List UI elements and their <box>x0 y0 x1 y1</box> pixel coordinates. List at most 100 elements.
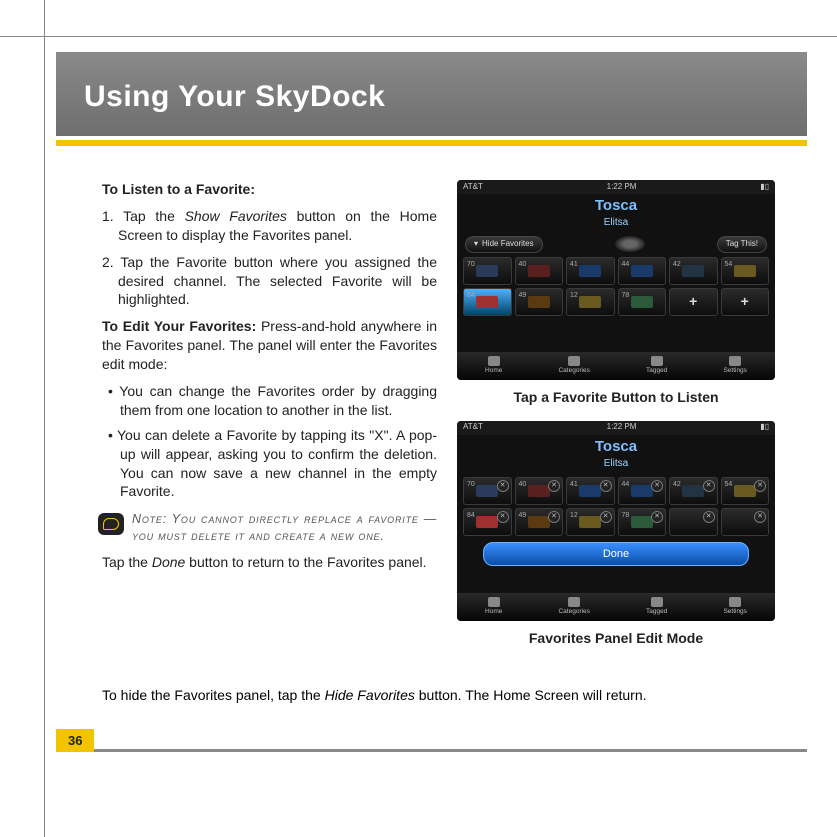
done-button[interactable]: Done <box>483 542 749 567</box>
carrier-label: AT&T <box>463 182 483 193</box>
delete-x-icon[interactable]: ✕ <box>600 480 612 492</box>
favorite-cell[interactable]: 12 ✕ <box>566 508 615 536</box>
done-row: Done <box>457 536 775 573</box>
delete-x-icon[interactable]: ✕ <box>548 480 560 492</box>
hide-pre: To hide the Favorites panel, tap the <box>102 687 325 703</box>
tab-tagged[interactable]: Tagged <box>646 597 667 617</box>
page-footer: 36 <box>56 719 807 752</box>
clock-label: 1:22 PM <box>607 422 637 433</box>
tab-settings[interactable]: Settings <box>723 356 747 376</box>
delete-x-icon[interactable]: ✕ <box>651 511 663 523</box>
tab-label: Categories <box>558 608 589 617</box>
favorite-cell-selected[interactable]: 84 <box>463 288 512 316</box>
favorite-cell[interactable]: 54 <box>721 257 770 285</box>
station-logo <box>579 265 601 277</box>
delete-x-icon[interactable]: ✕ <box>703 511 715 523</box>
favorite-cell[interactable]: 41 <box>566 257 615 285</box>
categories-icon <box>568 597 580 607</box>
tag-this-button[interactable]: Tag This! <box>717 236 767 253</box>
channel-number: 12 <box>570 511 578 520</box>
footer-rule <box>56 749 807 752</box>
channel-number: 41 <box>570 260 578 269</box>
station-logo <box>528 485 550 497</box>
favorite-cell-empty[interactable]: ✕ <box>721 508 770 536</box>
favorite-cell-empty[interactable]: + <box>721 288 770 316</box>
tab-settings[interactable]: Settings <box>723 597 747 617</box>
screenshot-column: AT&T 1:22 PM ▮▯ Tosca Elitsa ▾ Hide Favo… <box>457 180 775 662</box>
status-bar: AT&T 1:22 PM ▮▯ <box>457 421 775 435</box>
favorite-cell[interactable]: 12 <box>566 288 615 316</box>
tab-categories[interactable]: Categories <box>558 356 589 376</box>
favorite-cell-empty[interactable]: ✕ <box>669 508 718 536</box>
note-text: Note: You cannot directly replace a favo… <box>132 511 437 545</box>
delete-x-icon[interactable]: ✕ <box>703 480 715 492</box>
favorite-cell[interactable]: 70 <box>463 257 512 285</box>
favorite-cell[interactable]: 44✕ <box>618 477 667 505</box>
delete-x-icon[interactable]: ✕ <box>600 511 612 523</box>
step1-em: Show Favorites <box>185 208 287 224</box>
categories-icon <box>568 356 580 366</box>
now-playing-title: Tosca <box>457 437 775 457</box>
hide-post: button. The Home Screen will return. <box>415 687 647 703</box>
caption-listen: Tap a Favorite Button to Listen <box>457 388 775 407</box>
favorite-cell-empty[interactable]: + <box>669 288 718 316</box>
manual-page: Using Your SkyDock To Listen to a Favori… <box>56 52 807 837</box>
done-em: Done <box>152 554 185 570</box>
channel-number: 40 <box>519 260 527 269</box>
favorite-cell[interactable]: 70✕ <box>463 477 512 505</box>
now-playing-subtitle: Elitsa <box>457 216 775 230</box>
favorite-cell[interactable]: 49 <box>515 288 564 316</box>
gear-icon <box>729 597 741 607</box>
favorite-cell[interactable]: 84✕ <box>463 508 512 536</box>
step1-pre: 1. Tap the <box>102 208 185 224</box>
now-playing-subtitle: Elitsa <box>457 457 775 471</box>
tagged-icon <box>651 597 663 607</box>
bullet-delete: • You can delete a Favorite by tapping i… <box>120 426 437 502</box>
station-logo <box>476 265 498 277</box>
delete-x-icon[interactable]: ✕ <box>754 511 766 523</box>
station-logo <box>734 485 756 497</box>
favorites-grid: 70 40 41 44 42 54 84 49 12 78 + + <box>457 257 775 316</box>
favorite-cell[interactable]: 44 <box>618 257 667 285</box>
channel-number: 42 <box>673 260 681 269</box>
delete-x-icon[interactable]: ✕ <box>497 480 509 492</box>
favorite-cell[interactable]: 40 <box>515 257 564 285</box>
page-number: 36 <box>56 729 94 752</box>
channel-number: 70 <box>467 260 475 269</box>
tab-label: Tagged <box>646 608 667 617</box>
control-row: ▾ Hide Favorites Tag This! <box>457 236 775 253</box>
favorite-cell[interactable]: 54✕ <box>721 477 770 505</box>
station-logo <box>528 265 550 277</box>
tab-categories[interactable]: Categories <box>558 597 589 617</box>
channel-number: 41 <box>570 480 578 489</box>
tab-home[interactable]: Home <box>485 597 502 617</box>
delete-x-icon[interactable]: ✕ <box>754 480 766 492</box>
favorite-cell[interactable]: 78 <box>618 288 667 316</box>
channel-number: 49 <box>519 291 527 300</box>
hide-paragraph: To hide the Favorites panel, tap the Hid… <box>56 686 807 705</box>
home-icon <box>488 597 500 607</box>
note-icon <box>98 513 124 535</box>
now-playing-title: Tosca <box>457 196 775 216</box>
carrier-label: AT&T <box>463 422 483 433</box>
favorite-cell[interactable]: 40✕ <box>515 477 564 505</box>
favorite-cell[interactable]: 41 ✕ <box>566 477 615 505</box>
hide-favorites-button[interactable]: ▾ Hide Favorites <box>465 236 543 253</box>
content-columns: To Listen to a Favorite: 1. Tap the Show… <box>56 146 807 672</box>
delete-x-icon[interactable]: ✕ <box>651 480 663 492</box>
screenshot-listen: AT&T 1:22 PM ▮▯ Tosca Elitsa ▾ Hide Favo… <box>457 180 775 380</box>
tab-label: Home <box>485 367 502 376</box>
channel-number: 49 <box>519 511 527 520</box>
station-logo <box>476 296 498 308</box>
channel-number: 78 <box>622 291 630 300</box>
tab-tagged[interactable]: Tagged <box>646 356 667 376</box>
tab-label: Tagged <box>646 367 667 376</box>
tab-home[interactable]: Home <box>485 356 502 376</box>
listen-heading: To Listen to a Favorite: <box>102 180 437 199</box>
favorite-cell[interactable]: 42✕ <box>669 477 718 505</box>
delete-x-icon[interactable]: ✕ <box>497 511 509 523</box>
delete-x-icon[interactable]: ✕ <box>548 511 560 523</box>
favorite-cell[interactable]: 49 ✕ <box>515 508 564 536</box>
favorite-cell[interactable]: 42 <box>669 257 718 285</box>
favorite-cell[interactable]: 78✕ <box>618 508 667 536</box>
